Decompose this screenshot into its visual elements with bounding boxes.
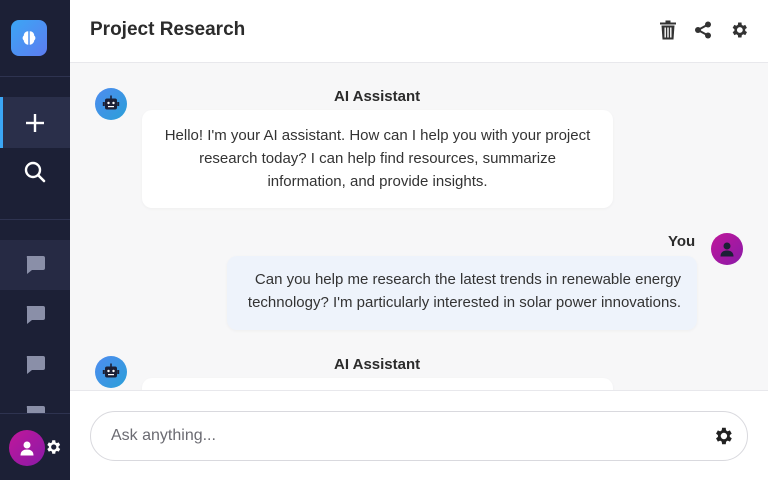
- sidebar-divider: [0, 76, 70, 77]
- user-icon: [720, 242, 734, 257]
- gear-icon[interactable]: [44, 438, 62, 456]
- sidebar-divider: [0, 219, 70, 220]
- share-button[interactable]: [693, 20, 713, 40]
- sidebar: [0, 0, 70, 480]
- gear-icon: [732, 22, 747, 38]
- search-icon: [24, 161, 46, 183]
- brain-icon: [22, 31, 36, 45]
- message-sender: AI Assistant: [334, 88, 421, 105]
- chat-history-item[interactable]: [0, 240, 70, 290]
- assistant-avatar: [95, 88, 127, 120]
- robot-icon: [102, 95, 120, 110]
- header: Project Research: [70, 0, 768, 63]
- message-sender: AI Assistant: [334, 356, 421, 373]
- chat-history-item[interactable]: [0, 340, 70, 390]
- share-icon: [695, 21, 711, 39]
- sidebar-footer: [0, 413, 70, 480]
- chat-bubble-icon: [26, 306, 45, 324]
- message-list[interactable]: AI Assistant Hello! I'm your AI assistan…: [70, 63, 768, 390]
- chat-bubble-icon: [26, 356, 45, 374]
- app-logo[interactable]: [11, 20, 47, 56]
- gear-icon[interactable]: [712, 425, 734, 447]
- new-chat-button[interactable]: [0, 97, 70, 148]
- user-message: Can you help me research the latest tren…: [227, 256, 697, 330]
- plus-icon: [26, 113, 44, 132]
- search-button[interactable]: [0, 148, 70, 196]
- message-input-box: [90, 411, 748, 461]
- user-icon: [20, 441, 34, 456]
- assistant-message: [142, 378, 613, 390]
- delete-button[interactable]: [658, 20, 678, 40]
- assistant-message: Hello! I'm your AI assistant. How can I …: [142, 110, 613, 208]
- user-avatar[interactable]: [9, 430, 45, 466]
- assistant-avatar: [95, 356, 127, 388]
- chat-bubble-icon: [26, 256, 45, 274]
- message-input[interactable]: [111, 412, 691, 460]
- message-sender: You: [668, 233, 696, 250]
- trash-icon: [660, 20, 676, 40]
- page-title: Project Research: [90, 19, 246, 40]
- user-avatar: [711, 233, 743, 265]
- settings-button[interactable]: [729, 20, 749, 40]
- robot-icon: [102, 363, 120, 378]
- chat-history-item[interactable]: [0, 290, 70, 340]
- composer: [70, 390, 768, 480]
